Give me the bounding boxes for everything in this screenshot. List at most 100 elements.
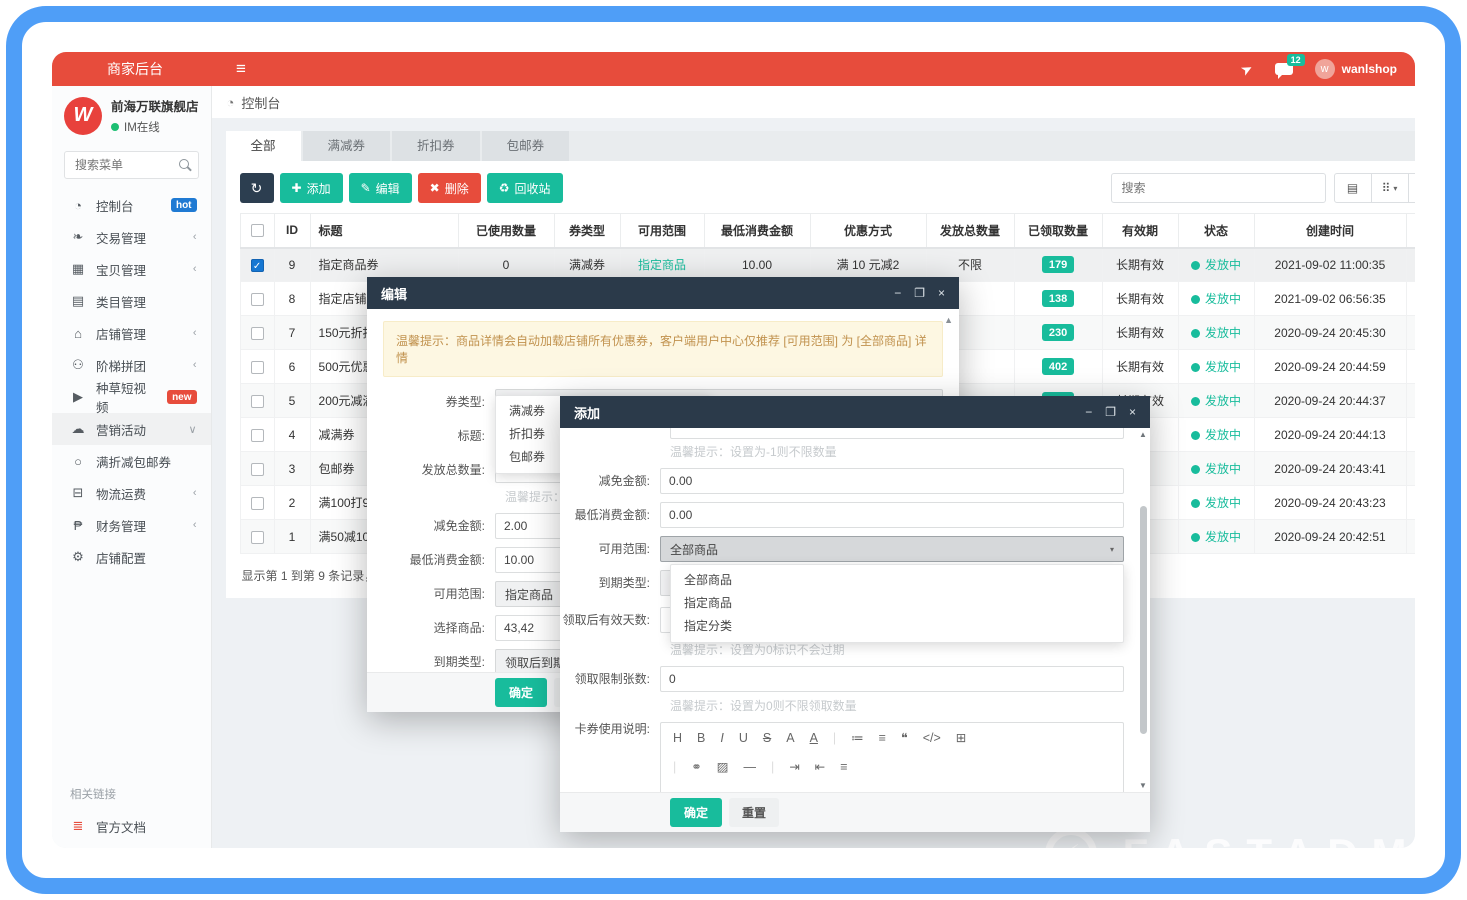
row-checkbox[interactable]: ✓ [251,259,264,272]
rich-text-editor[interactable]: H B I U S A A | ≔ ≡ ❝ </> ⊞ | ⚭ ▨ — | ⇥ ⇤ ≡ [660,722,1124,792]
minimize-icon[interactable]: − [894,286,901,300]
column-header[interactable]: 可用范围 [620,214,704,248]
select-all-checkbox[interactable] [251,224,264,237]
range-select[interactable]: 全部商品▾ [660,536,1124,562]
column-header[interactable]: 有效期 [1102,214,1178,248]
status-dot-icon [1191,329,1200,338]
editor-tool-button[interactable]: U [739,731,748,745]
row-checkbox[interactable] [251,293,264,306]
limit-input[interactable] [660,666,1124,692]
delete-button[interactable]: ✖ 删除 [418,173,481,203]
editor-tool-button[interactable]: B [697,731,705,745]
sidebar-menu-item[interactable]: ▶ 种草短视频 new [52,381,211,413]
editor-tool-button[interactable]: ⇤ [815,759,825,774]
maximize-icon[interactable]: ❐ [1105,405,1116,419]
editor-tool-button[interactable]: ⚭ [691,759,701,774]
discount-input[interactable] [660,468,1124,494]
editor-tool-button[interactable]: ≔ [851,730,864,745]
modal-scrollbar[interactable]: ▲ ▼ [1139,430,1149,790]
row-checkbox[interactable] [251,497,264,510]
column-header[interactable]: 发放总数量 [926,214,1014,248]
column-header[interactable]: 标题 [310,214,458,248]
scroll-down-icon[interactable]: ▼ [1138,781,1148,790]
edit-button[interactable]: ✎ 编辑 [349,173,412,203]
total-input-clipped[interactable] [670,428,1124,439]
messages-button[interactable]: 12 [1275,63,1293,75]
reset-button[interactable]: 重置 [729,798,779,827]
column-header[interactable]: 创建时间 [1254,214,1406,248]
sidebar-menu-item[interactable]: ⚙ 店铺配置 [52,541,211,573]
min-spend-input[interactable] [660,502,1124,528]
confirm-button[interactable]: 确定 [670,798,722,827]
user-menu[interactable]: w wanlshop [1315,59,1397,79]
column-header[interactable]: 券类型 [554,214,620,248]
sidebar-menu-item[interactable]: ⚇ 阶梯拼团 ‹ [52,349,211,381]
row-checkbox[interactable] [251,327,264,340]
export-button[interactable]: ↗▾ [1408,173,1415,203]
column-header[interactable]: 状态 [1178,214,1254,248]
sidebar-menu-item[interactable]: ▦ 宝贝管理 ‹ [52,253,211,285]
received-count-badge: 402 [1042,358,1074,375]
editor-tool-button[interactable]: ❝ [901,730,908,745]
dropdown-option[interactable]: 全部商品 [671,569,1123,592]
add-button[interactable]: ✚ 添加 [280,173,343,203]
editor-tool-button[interactable]: ≡ [879,731,886,745]
dropdown-option[interactable]: 指定分类 [671,615,1123,638]
row-checkbox[interactable] [251,361,264,374]
sidebar-menu-item[interactable]: ○ 满折减包邮券 [52,445,211,477]
tab[interactable]: 全部 [226,131,301,161]
sidebar-link-item[interactable]: Ⓠ QQ交流群 [52,842,211,848]
sidebar-menu-item[interactable]: ❧ 交易管理 ‹ [52,221,211,253]
table-search-input[interactable] [1111,173,1326,203]
scroll-up-icon[interactable]: ▲ [944,315,953,325]
row-checkbox[interactable] [251,531,264,544]
columns-dropdown-button[interactable]: ⠿▾ [1371,173,1409,203]
send-icon[interactable]: ➤ [1238,59,1256,80]
confirm-button[interactable]: 确定 [495,678,547,707]
editor-tool-button[interactable]: H [673,731,682,745]
sidebar-menu-item[interactable]: ₱ 财务管理 ‹ [52,509,211,541]
tab[interactable]: 满减券 [303,131,391,161]
minimize-icon[interactable]: − [1085,405,1092,419]
editor-tool-button[interactable]: </> [923,731,941,745]
editor-tool-button[interactable]: I [720,731,723,745]
editor-tool-button[interactable]: ⇥ [789,759,799,774]
scrollbar-thumb[interactable] [1140,506,1147,734]
refresh-button[interactable]: ↻ [240,173,274,203]
editor-tool-button[interactable]: | [673,760,676,774]
column-header[interactable]: ID [274,214,310,248]
column-header[interactable]: 已领取数量 [1014,214,1102,248]
tab[interactable]: 折扣券 [392,131,480,161]
sidebar-menu-item[interactable]: ⌂ 店铺管理 ‹ [52,317,211,349]
row-checkbox[interactable] [251,395,264,408]
editor-tool-button[interactable]: A [810,731,818,745]
sidebar-menu-item[interactable]: ◔ 控制台 hot [52,189,211,221]
editor-tool-button[interactable]: A [786,731,794,745]
editor-tool-button[interactable]: | [771,760,774,774]
row-checkbox[interactable] [251,463,264,476]
recycle-bin-button[interactable]: ♻ 回收站 [487,173,563,203]
toggle-view-button[interactable]: ▤ [1334,173,1372,203]
sidebar-menu-item[interactable]: ▤ 类目管理 [52,285,211,317]
sidebar-menu-item[interactable]: ☁ 营销活动 ∨ [52,413,211,445]
scroll-up-icon[interactable]: ▲ [1138,430,1148,439]
editor-tool-button[interactable]: ▨ [717,759,729,774]
close-icon[interactable]: × [1129,405,1136,419]
sidebar-menu-item[interactable]: ⊟ 物流运费 ‹ [52,477,211,509]
editor-tool-button[interactable]: — [744,760,757,774]
editor-tool-button[interactable]: S [763,731,771,745]
row-checkbox[interactable] [251,429,264,442]
sidebar-toggle-icon[interactable]: ≡ [218,59,264,79]
editor-tool-button[interactable]: | [833,731,836,745]
dropdown-option[interactable]: 指定商品 [671,592,1123,615]
column-header[interactable]: 优惠方式 [810,214,926,248]
sidebar-link-item[interactable]: ≣ 官方文档 [52,810,211,842]
column-header[interactable]: 已使用数量 [458,214,554,248]
maximize-icon[interactable]: ❐ [914,286,925,300]
editor-tool-button[interactable]: ≡ [840,760,847,774]
column-header[interactable]: 操作 [1406,214,1415,248]
editor-tool-button[interactable]: ⊞ [956,730,966,745]
close-icon[interactable]: × [938,286,945,300]
tab[interactable]: 包邮券 [482,131,570,161]
column-header[interactable]: 最低消费金额 [704,214,810,248]
